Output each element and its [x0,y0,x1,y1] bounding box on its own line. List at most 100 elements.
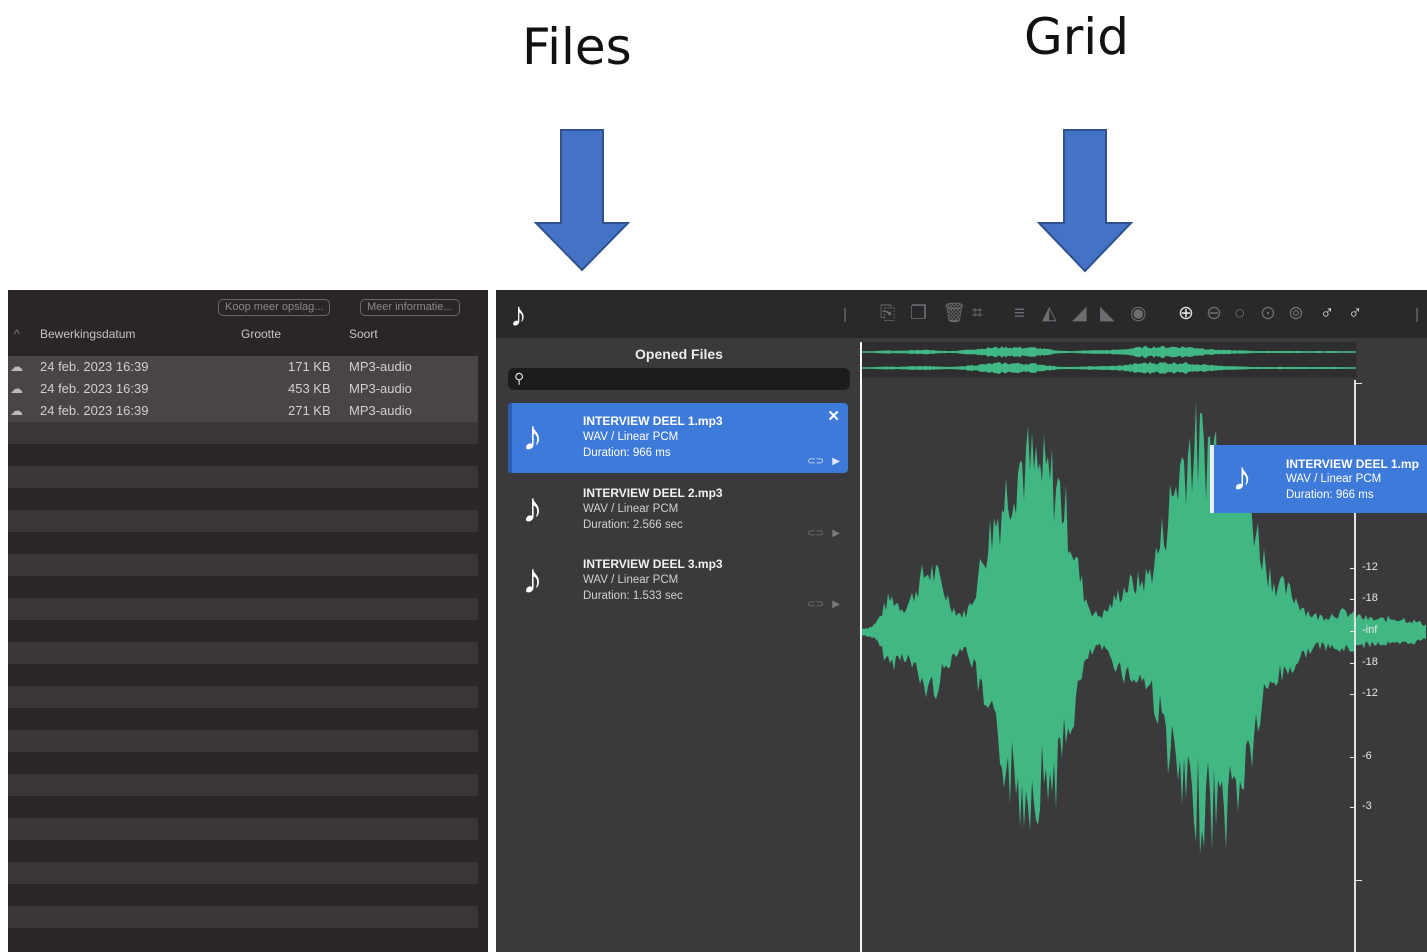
empty-row [8,576,478,598]
empty-row [8,598,478,620]
cloud-icon: ☁ [10,359,23,374]
db-label: -3 [1362,800,1372,812]
fade-in-icon[interactable]: ◢ [1072,304,1087,324]
row-kind: MP3-audio [349,359,412,374]
file-name: INTERVIEW DEEL 2.mp3 [583,486,723,500]
play-icon[interactable]: ▶ [832,528,840,539]
toolbar-separator [1416,308,1418,322]
file-duration: Duration: 1.533 sec [583,590,683,602]
buy-storage-button[interactable]: Koop meer opslag... [218,299,331,316]
empty-row [8,906,478,928]
play-icon[interactable]: ▶ [832,456,840,467]
overview-waveform [862,345,1356,375]
file-duration: Duration: 2.566 sec [583,519,683,531]
cloud-icon: ☁ [10,381,23,396]
empty-row [8,466,478,488]
finder-row[interactable]: ☁ 24 feb. 2023 16:39 171 KB MP3-audio [8,356,478,378]
copy-icon[interactable]: ❐ [910,304,927,324]
row-kind: MP3-audio [349,403,412,418]
record-icon[interactable]: ◉ [1130,304,1147,324]
fade-out-icon[interactable]: ◣ [1100,304,1115,324]
crop-icon[interactable]: ⌗ [972,304,983,324]
link-icon[interactable]: ⊂⊃ [807,456,824,467]
file-format: WAV / Linear PCM [583,431,679,443]
empty-row [8,444,478,466]
column-kind[interactable]: Soort [349,327,378,341]
db-label: -12 [1362,561,1378,573]
grid-annotation-arrow [1036,129,1134,273]
empty-row [8,620,478,642]
db-tick [1356,383,1362,384]
trash-icon[interactable]: 🗑 [942,304,966,324]
close-file-icon[interactable]: ✕ [827,407,840,425]
screenshot-stage: Files Grid Koop meer opslag... Meer info… [0,0,1427,952]
paste-icon[interactable]: ⎘ [880,304,895,324]
empty-row [8,686,478,708]
finder-row[interactable]: ☁ 24 feb. 2023 16:39 271 KB MP3-audio [8,400,478,422]
search-icon: ⚲ [514,370,525,386]
audio-editor-window: ♪ ⎘ ❐ 🗑 ⌗ ≡ ◭ ◢ ◣ ◉ ⊕ ⊖ ○ ⊙ ⊚ ♂ ♂ Opened… [496,290,1427,952]
music-note-icon: ♪ [522,412,543,459]
empty-row [8,642,478,664]
row-size: 453 KB [288,381,331,396]
row-size: 171 KB [288,359,331,374]
db-label: -18 [1362,656,1378,668]
row-date: 24 feb. 2023 16:39 [40,403,149,418]
grid-annotation-label: Grid [1024,8,1129,66]
opened-files-panel: Opened Files ⚲ ♪ INTERVIEW DEEL 1.mp3 WA… [504,338,854,952]
file-item-3[interactable]: ♪ INTERVIEW DEEL 3.mp3 WAV / Linear PCM … [508,546,848,616]
file-format: WAV / Linear PCM [1286,473,1382,485]
row-kind: MP3-audio [349,381,412,396]
zoom-selection-icon[interactable]: ⊙ [1260,304,1276,324]
file-item-2[interactable]: ♪ INTERVIEW DEEL 2.mp3 WAV / Linear PCM … [508,475,848,545]
empty-row [8,796,478,818]
finder-row[interactable]: ☁ 24 feb. 2023 16:39 453 KB MP3-audio [8,378,478,400]
empty-row [8,422,478,444]
db-tick [1350,631,1356,632]
more-info-button[interactable]: Meer informatie... [360,299,460,316]
files-annotation-label: Files [522,18,632,76]
column-modified-date[interactable]: Bewerkingsdatum [40,327,135,341]
card-accent [1210,445,1214,513]
files-search-input[interactable]: ⚲ [508,368,850,390]
row-date: 24 feb. 2023 16:39 [40,359,149,374]
empty-row [8,752,478,774]
cloud-icon: ☁ [10,403,23,418]
finder-window: Koop meer opslag... Meer informatie... ^… [8,290,488,952]
music-note-icon: ♪ [522,484,543,531]
db-tick [1350,599,1356,600]
link-icon[interactable]: ⊂⊃ [807,528,824,539]
db-tick [1356,880,1362,881]
file-name: INTERVIEW DEEL 1.mp [1286,457,1419,471]
dragged-file-card[interactable]: ♪ INTERVIEW DEEL 1.mp WAV / Linear PCM D… [1210,445,1427,513]
file-duration: Duration: 966 ms [583,447,671,459]
zoom-in-icon[interactable]: ⊕ [1178,304,1194,324]
sort-chevron-icon[interactable]: ^ [14,327,20,341]
empty-row [8,532,478,554]
zoom-reset-icon[interactable]: ⊚ [1288,304,1304,324]
zoom-fit-icon[interactable]: ○ [1234,304,1245,324]
db-tick [1350,694,1356,695]
fade-icon[interactable]: ◭ [1042,304,1057,324]
db-label: -12 [1362,687,1378,699]
link-icon[interactable]: ⊂⊃ [807,599,824,610]
tool-a-icon[interactable]: ♂ [1320,304,1334,324]
music-note-icon: ♪ [510,296,527,334]
normalize-icon[interactable]: ≡ [1014,304,1025,324]
overview-channel [862,361,1356,375]
empty-row [8,928,478,950]
editor-toolbar: ♪ ⎘ ❐ 🗑 ⌗ ≡ ◭ ◢ ◣ ◉ ⊕ ⊖ ○ ⊙ ⊚ ♂ ♂ [496,290,1427,338]
files-annotation-arrow [533,129,631,272]
db-tick [1350,757,1356,758]
tool-b-icon[interactable]: ♂ [1348,304,1362,324]
column-size[interactable]: Grootte [241,327,281,341]
empty-row [8,774,478,796]
file-item-1[interactable]: ♪ INTERVIEW DEEL 1.mp3 WAV / Linear PCM … [508,403,848,473]
db-label: -inf [1362,624,1378,636]
db-tick [1350,663,1356,664]
zoom-out-icon[interactable]: ⊖ [1206,304,1222,324]
overview-channel [862,345,1356,359]
row-size: 271 KB [288,403,331,418]
row-date: 24 feb. 2023 16:39 [40,381,149,396]
play-icon[interactable]: ▶ [832,599,840,610]
